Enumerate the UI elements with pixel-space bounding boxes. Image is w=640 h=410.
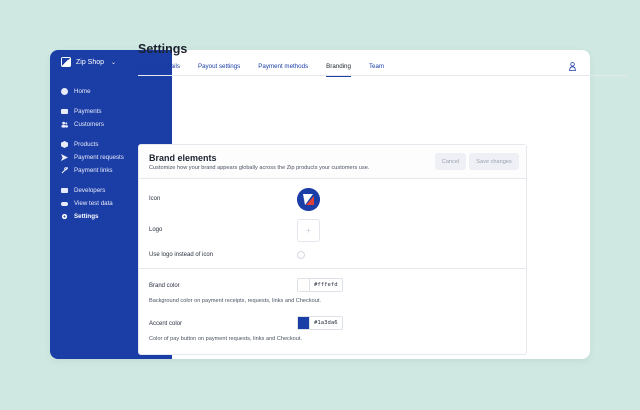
sidebar-item-label: Customers: [74, 121, 104, 128]
brand-icon-preview[interactable]: [297, 188, 320, 211]
plus-icon: +: [306, 226, 311, 235]
settings-tabs: Account details Payout settings Payment …: [138, 63, 627, 77]
page-title: Settings: [138, 42, 188, 56]
shop-name: Zip Shop: [76, 58, 105, 66]
logo-upload[interactable]: +: [297, 219, 320, 242]
developers-icon: [61, 187, 68, 194]
products-icon: [61, 141, 68, 148]
card-description: Customize how your brand appears globall…: [149, 165, 370, 171]
accent-color-swatch[interactable]: [298, 317, 310, 329]
card-title: Brand elements: [149, 153, 217, 163]
tab-team[interactable]: Team: [369, 63, 384, 75]
card-header: Brand elements Customize how your brand …: [139, 145, 526, 179]
customers-icon: [61, 121, 68, 128]
tab-account-details[interactable]: Account details: [138, 63, 180, 75]
sidebar-item-payments[interactable]: Payments: [61, 105, 161, 118]
divider: [139, 268, 526, 269]
brand-color-help: Background color on payment receipts, re…: [149, 298, 321, 304]
chevron-down-icon: ⌄: [111, 59, 117, 66]
zip-logo-icon: [61, 57, 71, 67]
brand-color-value: #fffefd: [314, 282, 338, 288]
use-logo-checkbox[interactable]: [297, 251, 305, 259]
logo-label: Logo: [149, 227, 163, 233]
gear-icon: [61, 213, 68, 220]
brand-color-label: Brand color: [149, 283, 180, 289]
send-icon: [61, 154, 68, 161]
cancel-button[interactable]: Cancel: [435, 153, 466, 170]
toggle-icon: [61, 200, 68, 207]
accent-color-label: Accent color: [149, 321, 183, 327]
sidebar-item-label: Payments: [74, 108, 102, 115]
sidebar-item-label: Products: [74, 141, 99, 148]
sidebar-item-label: Payment links: [74, 167, 113, 174]
sidebar-item-label: Settings: [74, 213, 99, 220]
sidebar-item-label: Developers: [74, 187, 106, 194]
shop-switcher[interactable]: Zip Shop ⌄: [61, 57, 116, 67]
save-changes-button[interactable]: Save changes: [469, 153, 519, 170]
brand-color-swatch[interactable]: [298, 279, 310, 291]
brand-color-field[interactable]: #fffefd: [297, 278, 343, 292]
sidebar-item-label: Payment requests: [74, 154, 124, 161]
sidebar-item-label: Home: [74, 88, 91, 95]
tab-branding[interactable]: Branding: [326, 63, 351, 77]
accent-color-field[interactable]: #1a3da6: [297, 316, 343, 330]
payments-icon: [61, 108, 68, 115]
sidebar-item-label: View test data: [74, 200, 113, 207]
sidebar-item-customers[interactable]: Customers: [61, 118, 161, 131]
home-icon: [61, 88, 68, 95]
accent-color-value: #1a3da6: [314, 320, 338, 326]
tab-payment-methods[interactable]: Payment methods: [258, 63, 308, 75]
link-icon: [61, 167, 68, 174]
use-logo-label: Use logo instead of icon: [149, 252, 214, 258]
accent-color-help: Color of pay button on payment requests,…: [149, 336, 302, 342]
icon-label: Icon: [149, 196, 161, 202]
brand-elements-card: Brand elements Customize how your brand …: [138, 144, 527, 355]
tab-payout-settings[interactable]: Payout settings: [198, 63, 240, 75]
main-content: Settings Account details Payout settings…: [138, 42, 627, 77]
sidebar-item-home[interactable]: Home: [61, 85, 161, 98]
